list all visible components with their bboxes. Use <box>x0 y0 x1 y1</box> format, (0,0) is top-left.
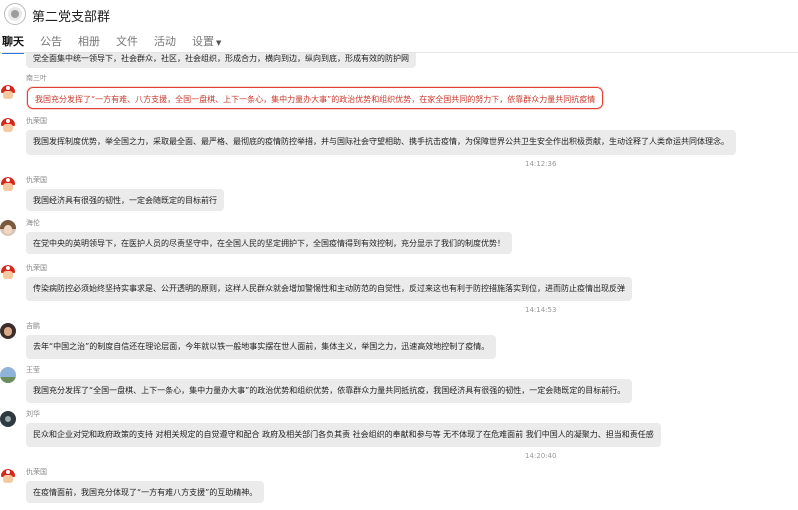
timestamp: 14:14:53 <box>525 306 557 314</box>
sender-name: 刘华 <box>26 410 40 418</box>
sender-name: 海伦 <box>26 219 40 227</box>
chat-header: 第二党支部群 聊天 公告 相册 文件 活动 设置 ▼ <box>0 0 798 54</box>
message-bubble: 在疫情面前，我国充分体现了“一方有难八方支援”的互助精神。 <box>26 481 265 503</box>
dark-avatar-icon[interactable] <box>0 411 16 427</box>
message-list[interactable]: 党全面集中统一领导下，社会群众，社区，社会组织，形成合力，横向到边，纵向到底，形… <box>0 53 798 510</box>
sender-name: 仇荣国 <box>26 264 47 272</box>
tab-settings-label: 设置 <box>192 35 214 48</box>
tab-chat[interactable]: 聊天 <box>2 33 24 54</box>
tab-settings[interactable]: 设置 ▼ <box>192 33 221 49</box>
sender-name: 仇荣国 <box>26 176 47 184</box>
message-bubble: 传染病防控必须始终坚持实事求是、公开透明的原则，这样人民群众就会增加警惕性和主动… <box>26 277 632 301</box>
tab-bar: 聊天 公告 相册 文件 活动 设置 ▼ <box>0 30 237 54</box>
timestamp: 14:12:36 <box>525 160 557 168</box>
group-name: 第二党支部群 <box>32 10 111 25</box>
girl-avatar-icon[interactable] <box>0 220 16 236</box>
tab-announcement[interactable]: 公告 <box>40 33 62 49</box>
mario-avatar-icon[interactable] <box>0 177 16 193</box>
man-avatar-icon[interactable] <box>0 323 16 339</box>
group-avatar-icon[interactable] <box>4 3 26 25</box>
timestamp: 14:20:40 <box>525 452 557 460</box>
sender-name: 南三叶 <box>26 74 47 82</box>
landscape-avatar-icon[interactable] <box>0 367 16 383</box>
tab-album[interactable]: 相册 <box>78 33 100 49</box>
sender-name: 仇荣国 <box>26 468 47 476</box>
mario-avatar-icon[interactable] <box>0 265 16 281</box>
message-bubble: 我国充分发挥了“全国一盘棋、上下一条心，集中力量办大事”的政治优势和组织优势，依… <box>26 379 633 403</box>
sender-name: 王莹 <box>26 366 40 374</box>
tab-activity[interactable]: 活动 <box>154 33 176 49</box>
message-bubble: 民众和企业对党和政府政策的支持 对相关规定的自觉遵守和配合 政府及相关部门各负其… <box>26 423 661 447</box>
message-bubble: 党全面集中统一领导下，社会群众，社区，社会组织，形成合力，横向到边，纵向到底，形… <box>26 53 416 68</box>
group-chat-window: 第二党支部群 聊天 公告 相册 文件 活动 设置 ▼ 党全面集中统一领导下，社会群… <box>0 0 798 510</box>
message-bubble-highlighted: 我国充分发挥了“一方有难、八方支援，全国一盘棋、上下一条心，集中力量办大事”的政… <box>27 87 604 109</box>
sender-name: 仇荣国 <box>26 117 47 125</box>
message-bubble: 去年“中国之治”的制度自信还在理论层面，今年就以铁一般地事实摆在世人面前，集体主… <box>26 335 497 359</box>
mario-avatar-icon[interactable] <box>0 469 16 485</box>
chevron-down-icon: ▼ <box>216 39 222 47</box>
tab-files[interactable]: 文件 <box>116 33 138 49</box>
mario-avatar-icon[interactable] <box>0 85 16 101</box>
mario-avatar-icon[interactable] <box>0 118 16 134</box>
message-bubble: 我国经济具有很强的韧性，一定会随既定的目标前行 <box>26 189 224 211</box>
message-bubble: 我国发挥制度优势，举全国之力，采取最全面、最严格、最彻底的疫情防控举措，并与国际… <box>26 130 736 155</box>
sender-name: 吉鹏 <box>26 322 40 330</box>
message-bubble: 在党中央的英明领导下，在医护人员的尽责坚守中，在全国人民的坚定拥护下，全国疫情得… <box>26 232 512 254</box>
